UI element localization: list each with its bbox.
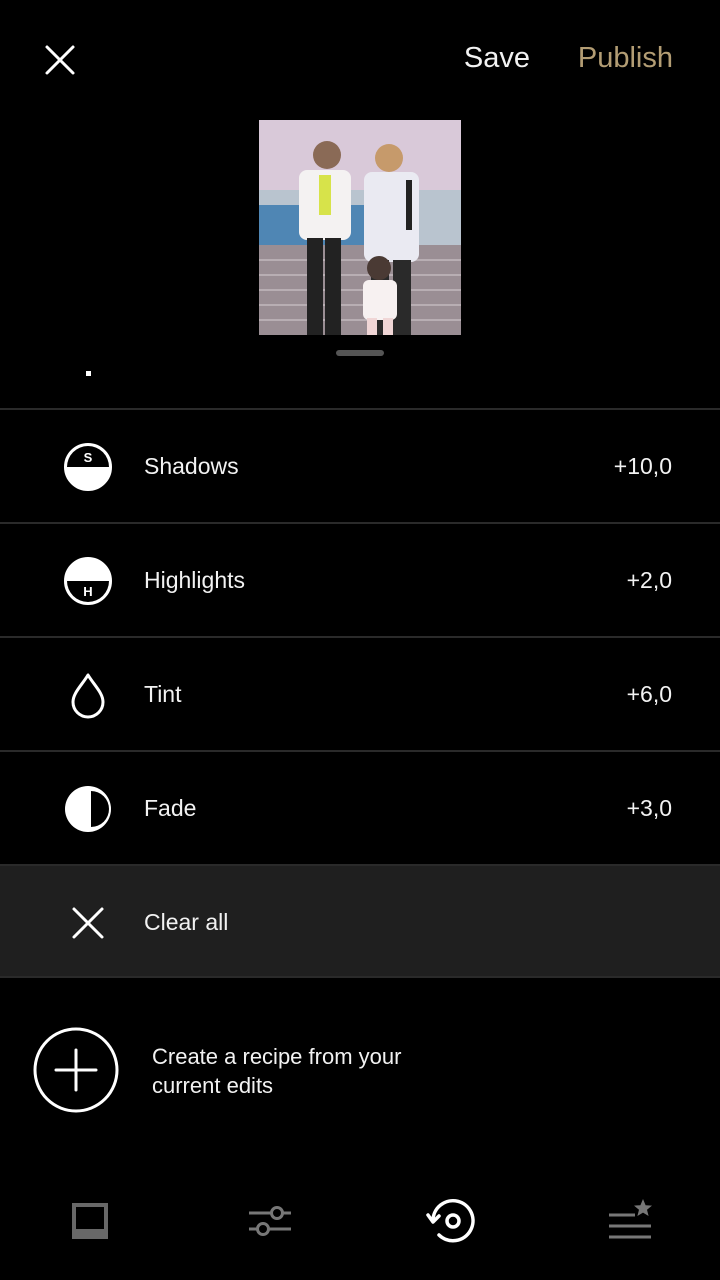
- save-button[interactable]: Save: [464, 42, 530, 75]
- adjustment-value: +10,0: [613, 453, 672, 479]
- adjustment-label: Highlights: [144, 567, 245, 593]
- shadows-icon: S: [64, 443, 112, 491]
- plus-circle-icon: [33, 1027, 119, 1113]
- svg-text:S: S: [84, 450, 93, 465]
- adjustment-label: Shadows: [144, 453, 239, 479]
- adjustment-label: Fade: [144, 795, 197, 821]
- clear-all-button[interactable]: Clear all: [0, 864, 720, 978]
- recipes-tab[interactable]: [602, 1196, 658, 1246]
- adjustment-list: S Shadows +10,0 H Highlights +2,0 Tint +…: [0, 408, 720, 978]
- adjustment-value: +3,0: [626, 795, 672, 821]
- adjustment-row-fade[interactable]: Fade +3,0: [0, 750, 720, 864]
- close-icon[interactable]: [40, 40, 80, 80]
- indicator-dot: [86, 371, 91, 376]
- history-tab[interactable]: [424, 1196, 480, 1246]
- close-icon: [72, 907, 104, 939]
- top-bar: Save Publish: [0, 0, 720, 120]
- adjustment-row-highlights[interactable]: H Highlights +2,0: [0, 522, 720, 636]
- adjustment-value: +2,0: [626, 567, 672, 593]
- svg-text:H: H: [83, 584, 92, 599]
- clear-all-label: Clear all: [144, 909, 229, 935]
- tools-tab[interactable]: [242, 1196, 298, 1246]
- publish-button[interactable]: Publish: [578, 42, 673, 75]
- sliders-icon: [249, 1206, 291, 1236]
- create-recipe-text: Create a recipe from your current edits: [152, 1044, 402, 1098]
- adjustment-value: +6,0: [626, 681, 672, 707]
- highlights-icon: H: [64, 557, 112, 605]
- presets-square-icon: [72, 1203, 108, 1239]
- recipes-star-icon: [609, 1199, 652, 1239]
- drag-handle[interactable]: [336, 350, 384, 356]
- fade-icon: [65, 786, 111, 832]
- bottom-tab-bar: [0, 1180, 720, 1260]
- presets-tab[interactable]: [62, 1196, 118, 1246]
- photo-preview[interactable]: [259, 120, 461, 335]
- tint-drop-icon: [71, 673, 105, 719]
- adjustment-row-shadows[interactable]: S Shadows +10,0: [0, 408, 720, 522]
- history-icon: [426, 1199, 475, 1243]
- create-recipe-button[interactable]: Create a recipe from your current edits: [0, 1020, 720, 1120]
- adjustment-label: Tint: [144, 681, 182, 707]
- adjustment-row-tint[interactable]: Tint +6,0: [0, 636, 720, 750]
